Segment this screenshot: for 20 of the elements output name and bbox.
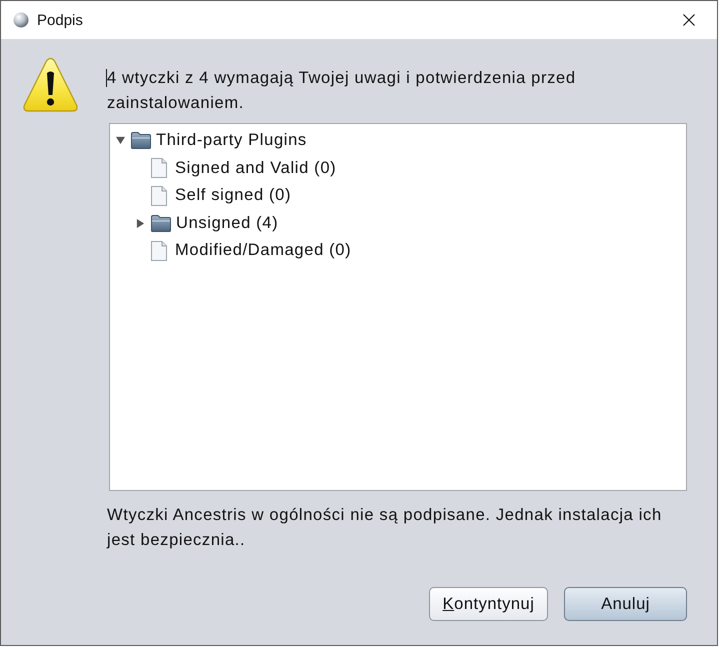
continue-button[interactable]: Kontyntynuj [429,587,548,621]
tree-item[interactable]: Signed and Valid (0) [175,158,336,178]
tree-item[interactable]: Modified/Damaged (0) [175,241,352,260]
caret-down-icon[interactable] [116,136,125,146]
sphere-icon [13,12,29,28]
message-text: 4 wtyczki z 4 wymagają Twojej uwagi i potwierdzenia przed zainstalowaniem. [107,68,577,114]
file-icon [151,186,167,206]
tree-item[interactable]: Unsigned (4) [176,214,278,233]
window-title: Podpis [37,12,84,28]
cancel-button[interactable]: Anuluj [564,587,687,621]
tree-item[interactable]: Self signed (0) [175,186,292,206]
file-icon [151,240,167,261]
warning-icon [22,57,79,113]
info-text: Wtyczki Ancestris w ogólności nie są podpisane. Jednak instalacja ich jest bezpiecznia.. [107,505,663,551]
file-icon [151,158,167,178]
folder-icon [151,214,171,232]
folder-icon [131,132,151,150]
close-icon [683,14,695,26]
tree-item[interactable]: Third-party Plugins [156,131,307,150]
caret-right-icon[interactable] [136,218,145,228]
